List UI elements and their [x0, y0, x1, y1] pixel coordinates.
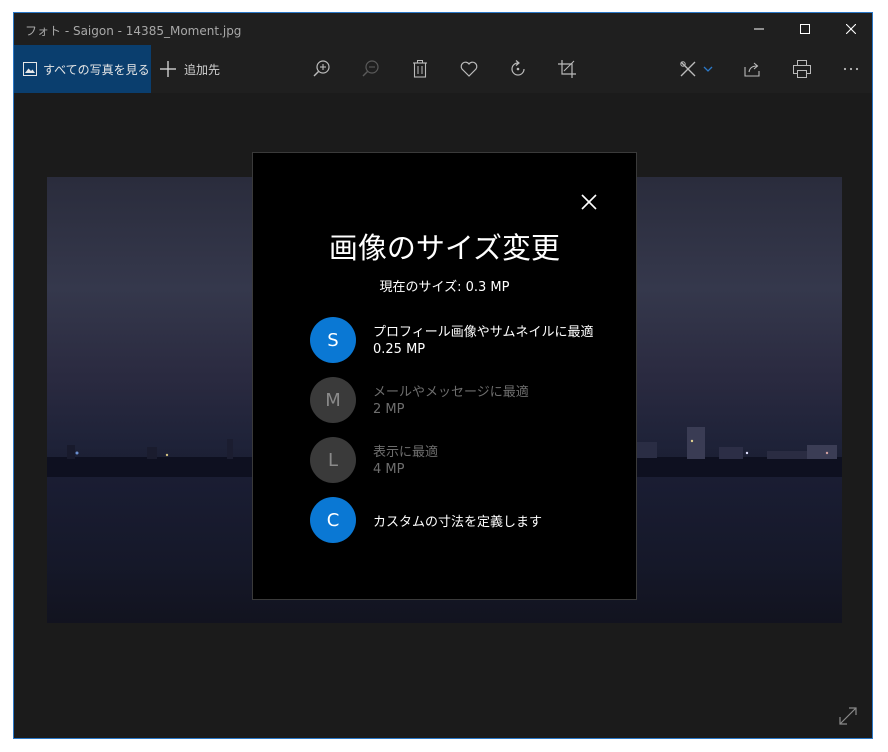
edit-create-icon [680, 61, 696, 77]
option-size: 4 MP [373, 462, 405, 477]
photos-window: フォト - Saigon - 14385_Moment.jpg すべての写真を見… [13, 12, 873, 739]
favorite-button[interactable] [457, 57, 481, 81]
plus-icon [160, 61, 176, 77]
zoom-in-icon [313, 60, 330, 77]
dialog-title: 画像のサイズ変更 [328, 231, 561, 265]
zoom-in-button[interactable] [310, 57, 334, 81]
favorite-heart-icon [460, 61, 478, 77]
minimize-icon [754, 28, 764, 30]
close-icon [846, 24, 856, 34]
print-button[interactable] [790, 57, 814, 81]
size-letter-circle: S [310, 317, 356, 363]
current-size-text: 現在のサイズ: 0.3 MP [379, 280, 510, 295]
add-to-button[interactable]: 追加先 [160, 45, 220, 93]
option-size: 2 MP [373, 402, 405, 417]
zoom-out-button[interactable] [359, 57, 383, 81]
window-title: フォト - Saigon - 14385_Moment.jpg [25, 24, 242, 38]
delete-icon [413, 60, 427, 78]
see-all-photos-button[interactable]: すべての写真を見る [14, 45, 151, 93]
share-icon [744, 62, 760, 77]
option-label: カスタムの寸法を定義します [373, 515, 543, 530]
maximize-button[interactable] [782, 13, 828, 45]
share-button[interactable] [741, 57, 765, 81]
more-button[interactable] [839, 57, 863, 81]
add-to-label: 追加先 [184, 62, 221, 77]
print-icon [793, 60, 811, 78]
photo-stage: 画像のサイズ変更 現在のサイズ: 0.3 MP S プロフィール画像やサムネイル… [14, 93, 872, 738]
size-letter-circle: C [310, 497, 356, 543]
edit-create-button[interactable] [679, 57, 719, 81]
size-option-small[interactable]: S プロフィール画像やサムネイルに最適 0.25 MP [310, 317, 610, 363]
photo-icon [23, 62, 37, 76]
dialog-close-button[interactable] [578, 191, 600, 213]
crop-button[interactable] [555, 57, 579, 81]
crop-icon [558, 60, 576, 78]
close-icon [581, 194, 597, 210]
resize-dialog: 画像のサイズ変更 現在のサイズ: 0.3 MP S プロフィール画像やサムネイル… [252, 152, 637, 600]
option-label: メールやメッセージに最適 [373, 385, 529, 400]
minimize-button[interactable] [736, 13, 782, 45]
option-label: プロフィール画像やサムネイルに最適 [373, 325, 594, 340]
size-option-custom[interactable]: C カスタムの寸法を定義します [310, 497, 610, 543]
size-letter-circle: L [310, 437, 356, 483]
expand-icon [839, 707, 857, 725]
maximize-icon [800, 24, 810, 34]
delete-button[interactable] [408, 57, 432, 81]
size-option-large[interactable]: L 表示に最適 4 MP [310, 437, 610, 483]
close-window-button[interactable] [828, 13, 872, 45]
chevron-down-icon [703, 66, 713, 72]
size-option-medium[interactable]: M メールやメッセージに最適 2 MP [310, 377, 610, 423]
size-letter-circle: M [310, 377, 356, 423]
rotate-button[interactable] [506, 57, 530, 81]
option-size: 0.25 MP [373, 342, 426, 357]
rotate-icon [511, 60, 525, 76]
zoom-out-icon [362, 60, 379, 77]
option-label: 表示に最適 [373, 445, 439, 460]
more-icon [843, 67, 859, 71]
see-all-photos-label: すべての写真を見る [43, 62, 150, 77]
toolbar: すべての写真を見る 追加先 [14, 45, 872, 93]
fullscreen-button[interactable] [838, 706, 858, 726]
title-bar[interactable]: フォト - Saigon - 14385_Moment.jpg [14, 13, 872, 45]
